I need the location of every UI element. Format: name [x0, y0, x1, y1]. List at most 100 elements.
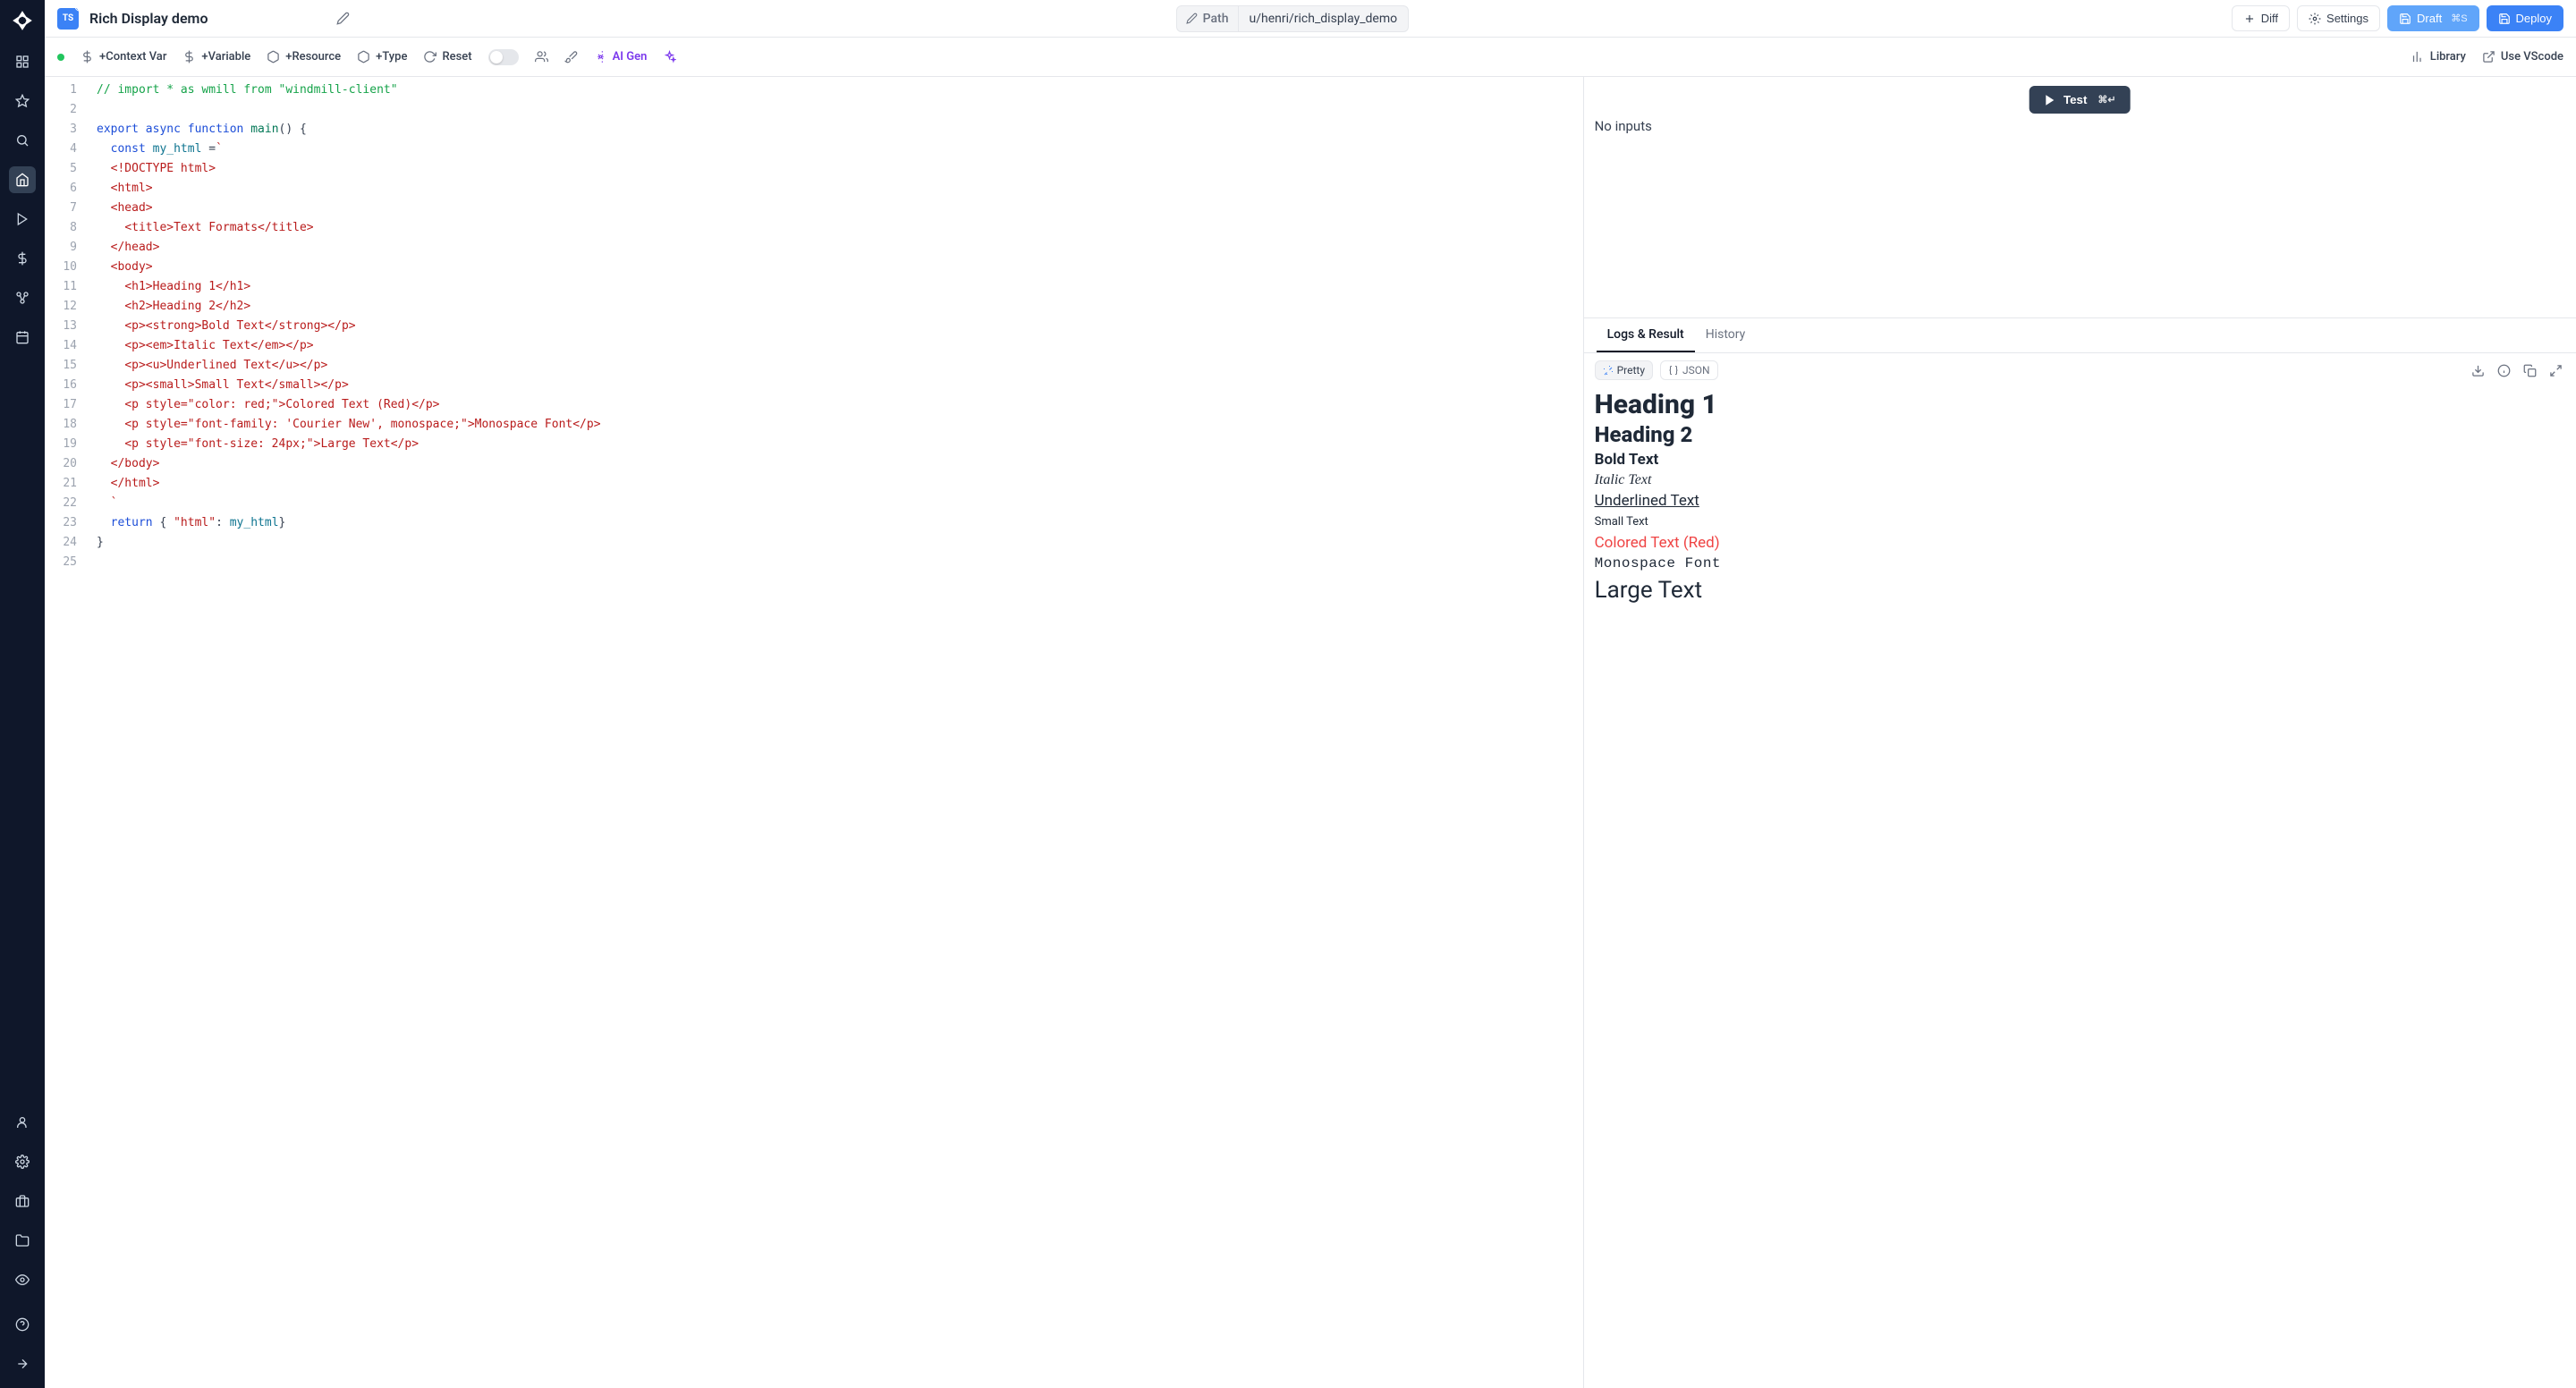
context-var-label: +Context Var	[99, 50, 166, 63]
braces-icon	[1668, 365, 1679, 376]
sidebar-dashboard-icon[interactable]	[9, 48, 36, 75]
sparkle-icon	[663, 50, 676, 63]
download-button[interactable]	[2469, 361, 2487, 380]
variable-label: +Variable	[201, 50, 250, 63]
info-button[interactable]	[2495, 361, 2513, 380]
result-heading-1: Heading 1	[1595, 389, 2565, 420]
status-dot	[57, 54, 64, 61]
sidebar-eye-icon[interactable]	[9, 1266, 36, 1293]
type-button[interactable]: +Type	[357, 50, 407, 63]
deploy-label: Deploy	[2516, 12, 2552, 25]
settings-button[interactable]: Settings	[2297, 5, 2380, 31]
test-kbd: ⌘↵	[2097, 94, 2115, 106]
diff-label: Diff	[2261, 12, 2278, 25]
code-editor[interactable]: 1234567891011121314151617181920212223242…	[45, 77, 1584, 1388]
no-inputs-text: No inputs	[1595, 118, 2565, 134]
wand-icon	[1603, 365, 1614, 376]
result-bold: Bold Text	[1595, 451, 2565, 469]
deploy-button[interactable]: Deploy	[2487, 5, 2563, 31]
expand-button[interactable]	[2546, 361, 2565, 380]
sidebar-workspace-icon[interactable]	[9, 1188, 36, 1214]
result-body: Heading 1 Heading 2 Bold Text Italic Tex…	[1584, 387, 2576, 1388]
refresh-icon	[423, 50, 436, 63]
sidebar-star-icon[interactable]	[9, 88, 36, 114]
line-gutter: 1234567891011121314151617181920212223242…	[45, 77, 86, 1388]
dollar-icon	[80, 50, 94, 63]
settings-label: Settings	[2326, 12, 2368, 25]
users-icon	[535, 50, 548, 63]
sidebar-help-icon[interactable]	[9, 1311, 36, 1338]
pencil-icon	[1186, 13, 1198, 24]
sidebar	[0, 0, 45, 1388]
vscode-button[interactable]: Use VScode	[2482, 50, 2563, 63]
result-underline: Underlined Text	[1595, 492, 2565, 510]
draft-button[interactable]: Draft ⌘S	[2387, 5, 2479, 31]
type-label: +Type	[376, 50, 407, 63]
result-heading-2: Heading 2	[1595, 422, 2565, 447]
package-icon	[357, 50, 370, 63]
code-content[interactable]: // import * as wmill from "windmill-clie…	[86, 77, 1583, 1388]
sidebar-resources-icon[interactable]	[9, 284, 36, 311]
copy-button[interactable]	[2521, 361, 2539, 380]
result-small: Small Text	[1595, 515, 2565, 529]
reset-button[interactable]: Reset	[423, 50, 471, 63]
sidebar-user-icon[interactable]	[9, 1109, 36, 1136]
play-icon	[2044, 94, 2056, 106]
gear-icon	[2309, 13, 2321, 25]
brush-icon	[564, 50, 578, 63]
diff-button[interactable]: Diff	[2232, 5, 2290, 31]
paint-button[interactable]	[564, 50, 578, 63]
sidebar-search-icon[interactable]	[9, 127, 36, 154]
test-button[interactable]: Test ⌘↵	[2029, 86, 2131, 114]
tab-history[interactable]: History	[1695, 318, 1757, 352]
vscode-label: Use VScode	[2501, 50, 2563, 63]
test-panel: Test ⌘↵ No inputs	[1584, 77, 2576, 318]
variable-button[interactable]: +Variable	[182, 50, 250, 63]
draft-label: Draft	[2417, 12, 2442, 25]
vim-toggle[interactable]	[488, 49, 519, 65]
result-colored: Colored Text (Red)	[1595, 534, 2565, 552]
pretty-chip[interactable]: Pretty	[1595, 360, 1653, 380]
sidebar-dollar-icon[interactable]	[9, 245, 36, 272]
path-label: Path	[1203, 12, 1229, 26]
result-large: Large Text	[1595, 577, 2565, 604]
path-value: u/henri/rich_display_demo	[1239, 6, 1409, 31]
result-toolbar: Pretty JSON	[1584, 353, 2576, 387]
bars-icon	[2411, 50, 2425, 63]
package-icon	[267, 50, 280, 63]
tab-logs-result[interactable]: Logs & Result	[1597, 318, 1695, 352]
file-type-badge: TS 👁	[57, 8, 79, 30]
resource-label: +Resource	[285, 50, 341, 63]
result-italic: Italic Text	[1595, 472, 2565, 488]
ai-gen-label: AI Gen	[613, 50, 648, 63]
sidebar-collapse-icon[interactable]	[9, 1350, 36, 1377]
file-type-label: TS	[63, 13, 73, 23]
wand-icon	[594, 50, 607, 63]
sidebar-folder-icon[interactable]	[9, 1227, 36, 1254]
edit-title-button[interactable]	[333, 8, 353, 29]
result-tabs: Logs & Result History	[1584, 318, 2576, 353]
assistant-button[interactable]	[535, 50, 548, 63]
header: TS 👁 Rich Display demo Path u/henri/rich…	[45, 0, 2576, 38]
library-button[interactable]: Library	[2411, 50, 2466, 63]
path-pill[interactable]: Path u/henri/rich_display_demo	[1176, 5, 1409, 32]
test-label: Test	[2063, 93, 2087, 106]
dollar-icon	[182, 50, 196, 63]
script-title: Rich Display demo	[89, 10, 322, 27]
toolbar: +Context Var +Variable +Resource +Type R…	[45, 38, 2576, 77]
ai-gen-button[interactable]: AI Gen	[594, 50, 648, 63]
sidebar-play-icon[interactable]	[9, 206, 36, 233]
sidebar-calendar-icon[interactable]	[9, 324, 36, 351]
sidebar-home-icon[interactable]	[9, 166, 36, 193]
sidebar-settings-icon[interactable]	[9, 1148, 36, 1175]
external-icon	[2482, 50, 2496, 63]
file-badge-icon: 👁	[74, 4, 86, 13]
json-chip[interactable]: JSON	[1660, 360, 1718, 380]
sparkle-button[interactable]	[663, 50, 676, 63]
app-logo[interactable]	[13, 11, 32, 30]
resource-button[interactable]: +Resource	[267, 50, 341, 63]
context-var-button[interactable]: +Context Var	[80, 50, 166, 63]
save-icon	[2399, 13, 2411, 25]
library-label: Library	[2430, 50, 2466, 63]
save-icon	[2498, 13, 2511, 25]
